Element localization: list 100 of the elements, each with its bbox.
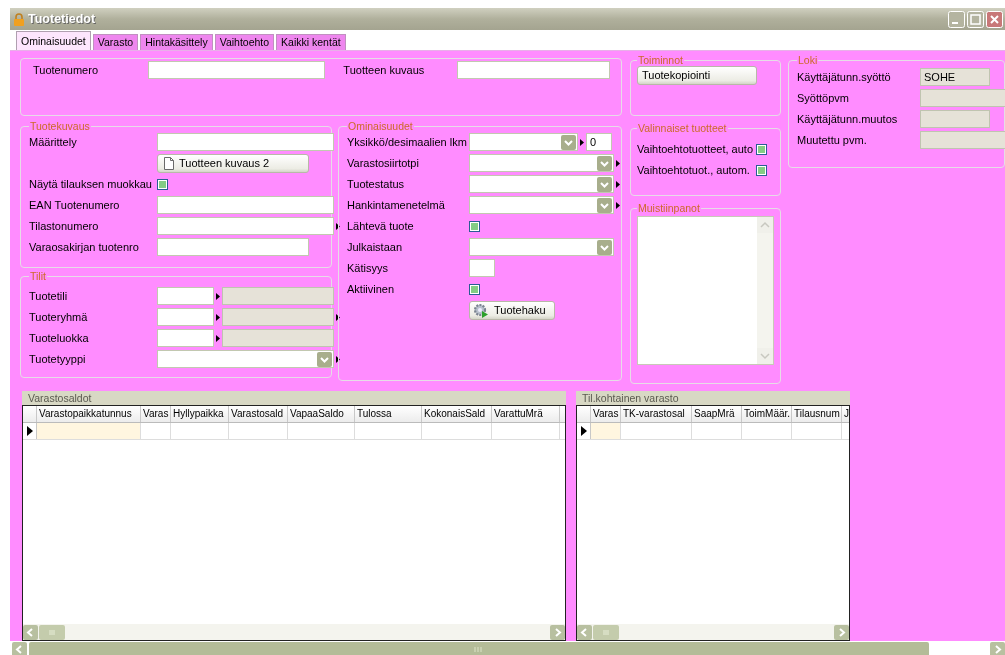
table-row[interactable]: [577, 423, 849, 440]
column-header[interactable]: Varastopaikkatunnus: [37, 406, 141, 422]
triangle-icon[interactable]: [616, 180, 620, 188]
minimize-button[interactable]: [948, 10, 965, 28]
group-title: Valinnaiset tuotteet: [637, 122, 728, 134]
field-label: Tuotestatus: [347, 178, 406, 190]
text-field[interactable]: [157, 238, 309, 256]
triangle-icon[interactable]: [580, 138, 584, 146]
tab[interactable]: Kaikki kentät: [276, 34, 346, 50]
text-field[interactable]: 0: [586, 133, 612, 151]
tab[interactable]: Vaihtoehto: [214, 34, 275, 50]
text-field[interactable]: [157, 133, 334, 151]
group-title: Tilit: [29, 270, 47, 282]
scroll-right-button[interactable]: [834, 624, 849, 640]
scroll-right-button[interactable]: [550, 624, 565, 640]
field-label: Vaihtoehtotuotteet, auto: [637, 143, 754, 155]
dropdown-field[interactable]: [469, 238, 614, 256]
text-field[interactable]: [157, 287, 214, 305]
text-field[interactable]: [469, 259, 495, 277]
field-label: Muutettu pvm.: [797, 134, 868, 146]
triangle-icon[interactable]: [336, 355, 340, 363]
action-button[interactable]: Tuotteen kuvaus 2: [157, 153, 309, 173]
triangle-icon[interactable]: [216, 313, 220, 321]
table-row[interactable]: [23, 423, 565, 440]
triangle-icon[interactable]: [216, 292, 220, 300]
triangle-icon[interactable]: [336, 313, 340, 321]
field-label: Näytä tilauksen muokkau: [29, 178, 153, 190]
column-header[interactable]: VarattuMrä: [492, 406, 560, 422]
dropdown-field[interactable]: [469, 196, 614, 214]
close-button[interactable]: [986, 10, 1003, 28]
column-header[interactable]: Varastosald: [229, 406, 288, 422]
action-button[interactable]: Tuotekopiointi: [637, 65, 757, 85]
triangle-icon[interactable]: [336, 222, 340, 230]
checkbox[interactable]: [756, 143, 767, 155]
field-label: Lähtevä tuote: [347, 220, 415, 232]
column-header[interactable]: ToimMäär.: [742, 406, 792, 422]
dropdown-button[interactable]: [597, 239, 612, 255]
checkbox[interactable]: [469, 220, 480, 232]
column-header[interactable]: Tilausnum: [792, 406, 842, 422]
field-label: Varastosiirtotpi: [347, 157, 420, 169]
scroll-thumb[interactable]: [593, 624, 619, 640]
column-header[interactable]: KokonaisSald: [422, 406, 492, 422]
scroll-left-button[interactable]: [12, 642, 27, 655]
checkbox[interactable]: [756, 164, 767, 176]
field-label: Varaosakirjan tuotenro: [29, 241, 140, 253]
triangle-icon[interactable]: [616, 159, 620, 167]
horizontal-scrollbar[interactable]: [23, 624, 565, 640]
field-label: Hankintamenetelmä: [347, 199, 446, 211]
field-label: Aktiivinen: [347, 283, 396, 295]
column-header[interactable]: J: [842, 406, 849, 422]
scroll-thumb[interactable]: [39, 624, 65, 640]
triangle-icon[interactable]: [216, 334, 220, 342]
field-label: Käyttäjätunn.muutos: [797, 113, 899, 125]
gear-icon: [473, 302, 489, 318]
dropdown-field[interactable]: [157, 350, 334, 368]
field-label: Tuotetili: [29, 290, 69, 302]
column-header[interactable]: Varas: [591, 406, 621, 422]
text-field[interactable]: [157, 196, 334, 214]
tab[interactable]: Hintakäsittely: [140, 34, 213, 50]
field-label: Tuotetyyppi: [29, 353, 87, 365]
text-field[interactable]: [457, 61, 611, 79]
text-field[interactable]: [157, 308, 214, 326]
tab[interactable]: Ominaisuudet: [16, 31, 91, 50]
tab[interactable]: Varasto: [92, 34, 139, 50]
field-label: Syöttöpvm: [797, 92, 850, 104]
text-field[interactable]: [148, 61, 325, 79]
checkbox[interactable]: [157, 178, 168, 190]
field-label: Tuoteluokka: [29, 332, 90, 344]
horizontal-scrollbar[interactable]: [10, 641, 1005, 655]
row-pointer-icon: [26, 426, 33, 436]
scroll-left-button[interactable]: [23, 624, 38, 640]
panel-title: Til.kohtainen varasto: [576, 391, 850, 405]
scroll-right-button[interactable]: [990, 642, 1005, 655]
dropdown-field[interactable]: [469, 175, 614, 193]
column-header[interactable]: Tulossa: [355, 406, 422, 422]
column-header[interactable]: VapaaSaldo: [288, 406, 355, 422]
group-title: Tuotekuvaus: [29, 120, 91, 132]
scroll-thumb[interactable]: [29, 642, 929, 655]
field-label: Tuotteen kuvaus: [343, 64, 426, 76]
action-button[interactable]: Tuotehaku: [469, 300, 555, 320]
column-header[interactable]: Hyllypaikka: [171, 406, 229, 422]
readonly-field: SOHE: [920, 68, 990, 86]
group-title: Muistiinpanot: [637, 202, 701, 214]
column-header[interactable]: TK-varastosal: [621, 406, 692, 422]
dropdown-field[interactable]: [469, 133, 578, 151]
field-label: Vaihtoehtotuot., autom.: [637, 164, 751, 176]
column-header[interactable]: Varas: [141, 406, 171, 422]
checkbox[interactable]: [469, 283, 480, 295]
field-label: Yksikkö/desimaalien lkm: [347, 136, 468, 148]
triangle-icon[interactable]: [616, 201, 620, 209]
dropdown-field[interactable]: [469, 154, 614, 172]
notes-field[interactable]: [637, 216, 774, 365]
field-label: Julkaistaan: [347, 241, 404, 253]
text-field[interactable]: [157, 329, 214, 347]
row-pointer-icon: [580, 426, 587, 436]
text-field[interactable]: [157, 217, 334, 235]
column-header[interactable]: SaapMrä: [692, 406, 742, 422]
maximize-button[interactable]: [967, 10, 984, 28]
scroll-left-button[interactable]: [577, 624, 592, 640]
horizontal-scrollbar[interactable]: [577, 624, 849, 640]
